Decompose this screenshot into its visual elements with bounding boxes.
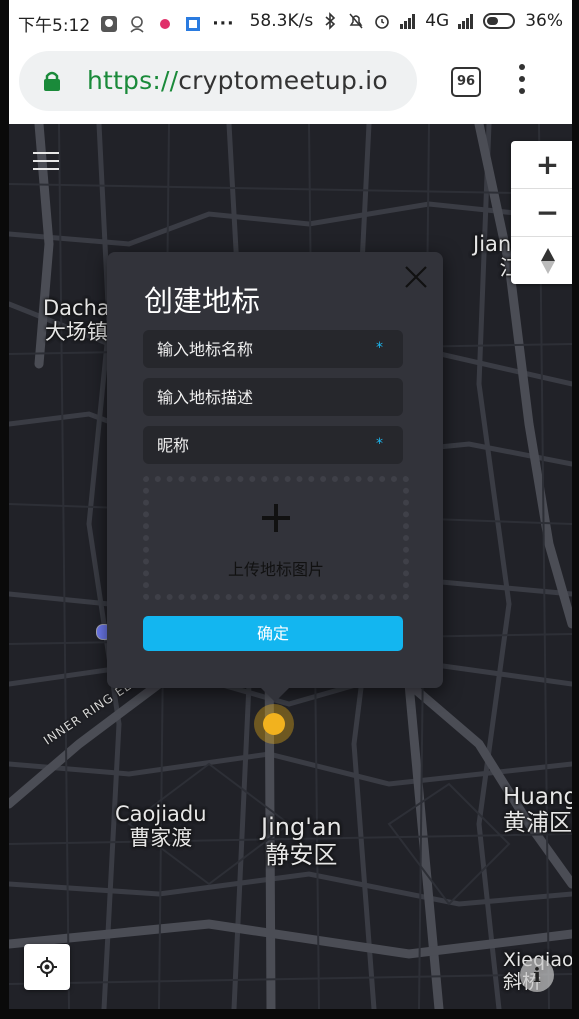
- mute-bell-icon: [349, 13, 363, 29]
- landmark-name-input[interactable]: [143, 330, 403, 368]
- landmark-desc-field: [143, 378, 403, 416]
- bluetooth-icon: [325, 12, 336, 30]
- network-type: 4G: [425, 11, 450, 31]
- plus-icon: [262, 504, 290, 532]
- required-mark: *: [376, 340, 383, 356]
- place-label: Dacha 大场镇: [43, 296, 110, 344]
- lock-icon: [44, 71, 60, 91]
- map-view[interactable]: Dacha 大场镇 Jiangwan 江湾 Caojiadu 曹家渡 Jing'…: [9, 124, 572, 1009]
- required-mark: *: [376, 436, 383, 452]
- landmark-marker[interactable]: [254, 704, 294, 744]
- address-bar[interactable]: https://cryptomeetup.io: [19, 51, 417, 111]
- map-info-button[interactable]: i: [520, 958, 554, 992]
- nickname-field: *: [143, 426, 403, 464]
- status-time: 下午5:12: [18, 16, 91, 36]
- chat-bubble-icon: [101, 15, 118, 32]
- qq-icon: [130, 15, 144, 33]
- image-upload-area[interactable]: 上传地标图片: [143, 476, 409, 600]
- place-name-en: Huangpu: [503, 784, 572, 810]
- hamburger-menu-icon[interactable]: [33, 152, 59, 172]
- alarm-icon: [375, 15, 390, 29]
- phone-screen: 下午5:12 ··· 58.3K/s 4G 36% https://crypto…: [9, 0, 572, 1009]
- battery-icon: [483, 13, 516, 29]
- place-label: Caojiadu 曹家渡: [115, 802, 207, 850]
- crosshair-icon: [37, 957, 57, 977]
- tab-switcher-button[interactable]: 96: [451, 67, 481, 97]
- url-host: cryptomeetup.io: [178, 66, 388, 95]
- place-name-en: Jing'an: [261, 813, 342, 841]
- dictionary-icon: [186, 16, 201, 31]
- close-icon[interactable]: [401, 262, 431, 292]
- signal-2-icon: [458, 14, 474, 29]
- locate-me-button[interactable]: [24, 944, 70, 990]
- browser-menu-button[interactable]: [519, 64, 527, 98]
- battery-level: 36%: [525, 11, 563, 31]
- landmark-name-field: *: [143, 330, 403, 368]
- place-name-en: Dacha: [43, 296, 110, 320]
- compass-button[interactable]: [511, 237, 572, 284]
- place-name-zh: 静安区: [265, 840, 338, 869]
- zoom-in-button[interactable]: +: [511, 141, 572, 189]
- place-label: Jing'an 静安区: [261, 813, 342, 869]
- dialog-title: 创建地标: [144, 284, 261, 318]
- confirm-button[interactable]: 确定: [143, 616, 403, 651]
- place-label: Huangpu 黄浦区: [503, 784, 572, 837]
- browser-toolbar: https://cryptomeetup.io 96: [9, 42, 572, 124]
- place-name-zh: 曹家渡: [129, 826, 193, 851]
- url-text: https://cryptomeetup.io: [87, 66, 388, 95]
- map-zoom-control: + −: [511, 141, 572, 284]
- place-name-zh: 黄浦区: [503, 810, 572, 837]
- compass-icon: [540, 247, 555, 274]
- landmark-desc-input[interactable]: [143, 378, 403, 416]
- upload-label: 上传地标图片: [227, 560, 324, 579]
- create-landmark-dialog: 创建地标 * * 上传地标图片 确定: [107, 252, 443, 702]
- status-bar: 下午5:12 ··· 58.3K/s 4G 36%: [9, 0, 572, 42]
- nickname-input[interactable]: [143, 426, 403, 464]
- zoom-out-button[interactable]: −: [511, 189, 572, 237]
- more-notifications-icon: ···: [212, 13, 235, 34]
- signal-icon: [400, 14, 416, 29]
- url-scheme: https://: [87, 66, 179, 95]
- place-name-en: Caojiadu: [115, 802, 207, 826]
- place-name-zh: 大场镇: [44, 320, 108, 345]
- network-speed: 58.3K/s: [249, 11, 314, 31]
- app-dot-icon: [160, 18, 171, 29]
